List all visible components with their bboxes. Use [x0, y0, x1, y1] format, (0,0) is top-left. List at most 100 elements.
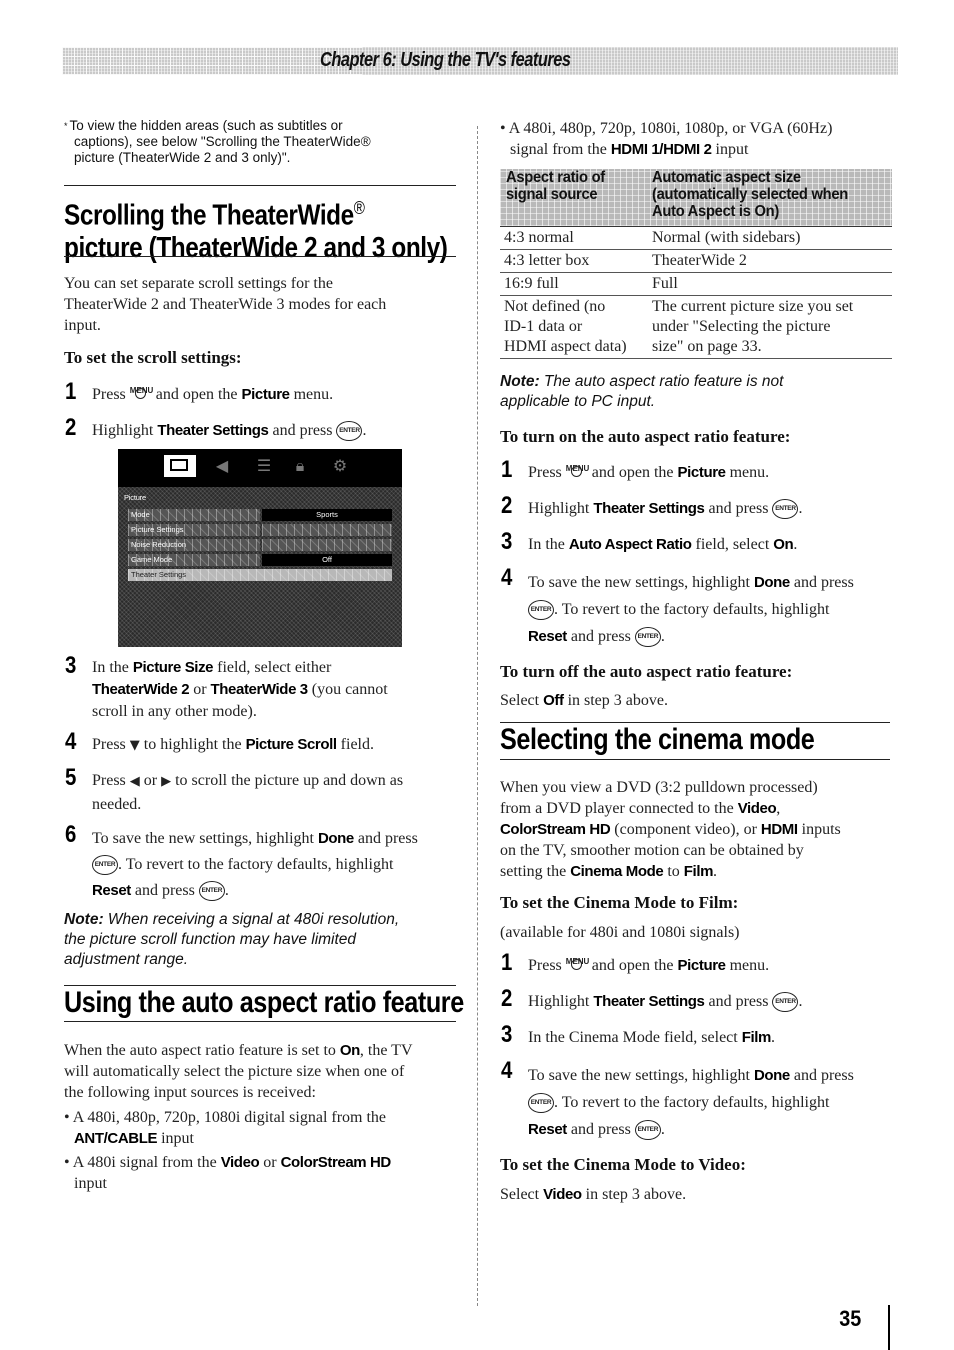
setup-tab-icon: ☰: [256, 456, 272, 475]
header-line: signal source: [506, 186, 598, 203]
step-number: 1: [501, 456, 513, 483]
text: scroll in any other mode).: [92, 703, 257, 720]
cell-line: under "Selecting the picture: [652, 318, 831, 335]
text: Press: [92, 736, 126, 753]
step-number: 2: [501, 492, 513, 519]
step-number: 2: [65, 414, 77, 441]
cinema-intro: When you view a DVD (3:2 pulldown proces…: [500, 777, 896, 882]
cinema-video-subhead: To set the Cinema Mode to Video:: [500, 1155, 746, 1174]
scroll-settings-subhead: To set the scroll settings:: [64, 348, 242, 367]
row-name: Picture Settings: [131, 525, 184, 534]
title-line: Scrolling the TheaterWide: [64, 199, 354, 232]
text-line: will automatically select the picture si…: [64, 1063, 405, 1080]
left-arrow-icon: ◀: [129, 774, 140, 789]
step-number: 6: [65, 821, 77, 848]
text: .: [798, 993, 803, 1010]
text: menu.: [729, 957, 770, 974]
text: .: [362, 422, 367, 439]
bold-term: Picture: [677, 464, 726, 481]
text: .: [798, 500, 803, 517]
text: . To revert to the factory defaults, hig…: [554, 1094, 830, 1111]
table-cell: 4:3 letter box: [504, 252, 590, 269]
footnote-line: captions), see below "Scrolling the Thea…: [74, 134, 371, 149]
step-text: Press MENU and open the Picture menu.: [528, 954, 769, 978]
scrolling-intro: You can set separate scroll settings for…: [64, 273, 456, 336]
table-header: Aspect ratio of signal source Automatic …: [500, 169, 892, 227]
text-line: When you view a DVD (3:2 pulldown proces…: [500, 779, 818, 796]
footnote-marker: *: [64, 121, 68, 131]
text: Highlight: [92, 422, 154, 439]
text: .: [793, 536, 798, 553]
text: To save the new settings, highlight: [528, 574, 750, 591]
enter-button-icon: ENTER: [528, 600, 554, 621]
step-number: 4: [501, 564, 513, 591]
text: Press: [92, 772, 126, 789]
banner-pattern: [62, 47, 362, 75]
menu-button-icon: MENU: [566, 461, 589, 477]
text: .: [770, 1029, 775, 1046]
bold-term: HDMI: [760, 821, 798, 838]
cell-line: HDMI aspect data): [504, 338, 627, 355]
note-label: Note:: [64, 911, 104, 928]
text: setting the: [500, 863, 567, 880]
tv-menu-screenshot: ◀ ☰ 🔒︎ ⚙ Picture Mode Sports Picture Set…: [118, 449, 402, 647]
text: In the Cinema Mode field, select: [528, 1029, 738, 1046]
text-line: You can set separate scroll settings for…: [64, 275, 333, 292]
title-line: picture (TheaterWide 2 and 3 only): [64, 231, 448, 264]
bold-term: Picture: [241, 386, 290, 403]
text: menu.: [729, 464, 770, 481]
table-row: 4:3 letter box TheaterWide 2: [500, 250, 892, 273]
enter-button-icon: ENTER: [772, 992, 799, 1013]
table-row: Not defined (no ID-1 data or HDMI aspect…: [500, 296, 892, 359]
table-cell: The current picture size you set under "…: [652, 297, 892, 357]
bold-term: Picture: [677, 957, 726, 974]
text: .: [224, 882, 229, 899]
text: or: [193, 681, 207, 698]
text: and press: [708, 500, 769, 517]
turn-off-text: Select Off in step 3 above.: [500, 690, 668, 711]
text-line: on the TV, smoother motion can be obtain…: [500, 842, 804, 859]
bold-term: ColorStream HD: [280, 1154, 392, 1171]
text: to highlight the: [143, 736, 242, 753]
bold-term: Reset: [92, 882, 131, 899]
step-number: 1: [65, 378, 77, 405]
text: and press: [134, 882, 195, 899]
bold-term: Picture Size: [132, 659, 214, 676]
step-text: Highlight Theater Settings and press ENT…: [528, 990, 802, 1014]
step-number: 2: [501, 985, 513, 1012]
cinema-film-subhead: To set the Cinema Mode to Film:: [500, 893, 739, 912]
table-cell: 4:3 normal: [504, 229, 574, 246]
step-text: Press ▼ to highlight the Picture Scroll …: [92, 733, 374, 758]
tv-menu-section-label: Picture: [124, 493, 146, 502]
bold-term: Film: [683, 863, 714, 880]
text: A 480i, 480p, 720p, 1080i, 1080p, or VGA…: [508, 120, 833, 137]
text: Highlight: [528, 500, 590, 517]
step-text: To save the new settings, highlight Done…: [528, 1062, 898, 1143]
text: and press: [272, 422, 333, 439]
text: to: [667, 863, 680, 880]
step-text: In the Cinema Mode field, select Film.: [528, 1026, 775, 1050]
step-number: 3: [65, 652, 77, 679]
row-name: Theater Settings: [131, 570, 187, 579]
text: field, select either: [217, 659, 332, 676]
row-name: Noise Reduction: [131, 540, 187, 549]
step-text: Highlight Theater Settings and press ENT…: [92, 419, 366, 443]
header-line: Auto Aspect is On): [652, 203, 779, 220]
bold-term: TheaterWide 3: [210, 681, 309, 698]
text: Select: [500, 1186, 540, 1203]
text: . To revert to the factory defaults, hig…: [554, 601, 830, 618]
bold-term: Theater Settings: [157, 422, 269, 439]
enter-button-icon: ENTER: [528, 1093, 554, 1114]
section-rule-bottom: [64, 256, 456, 257]
text: .: [660, 628, 665, 645]
table-cell: 16:9 full: [504, 275, 559, 292]
text-line: TheaterWide 2 and TheaterWide 3 modes fo…: [64, 296, 387, 313]
bold-term: On: [773, 536, 794, 553]
bold-term: TheaterWide 2: [92, 681, 190, 698]
text: .: [713, 863, 718, 880]
text: To save the new settings, highlight: [92, 830, 314, 847]
text: Highlight: [528, 993, 590, 1010]
tv-menu-row: Game Mode Off: [128, 554, 392, 566]
bold-term: ANT/CABLE: [74, 1130, 158, 1147]
text: inputs: [801, 821, 841, 838]
